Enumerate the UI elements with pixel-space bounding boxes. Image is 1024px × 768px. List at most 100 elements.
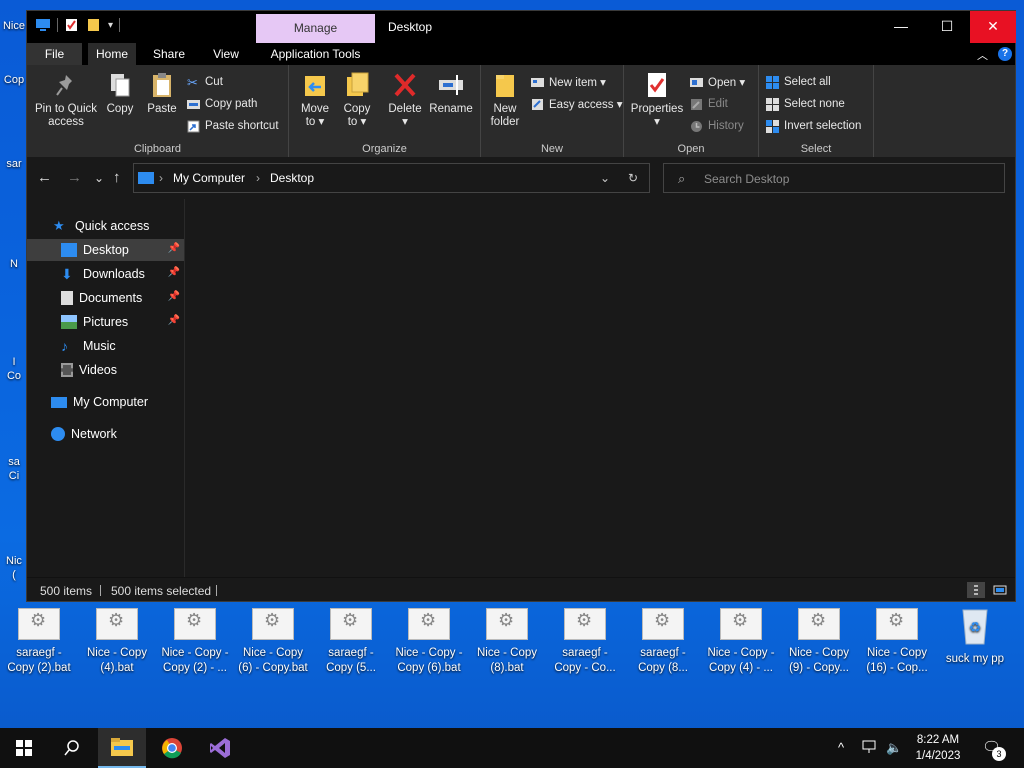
- history-button[interactable]: History: [690, 117, 744, 135]
- desktop-icon-partial[interactable]: Nic: [0, 555, 28, 567]
- desktop-icon-partial[interactable]: Nice: [0, 20, 28, 32]
- tab-manage[interactable]: Manage: [256, 14, 375, 43]
- properties-button[interactable]: Properties ▾: [630, 71, 684, 129]
- file-explorer-window: ▾ Manage Desktop — ☐ ✕ File Home Share V…: [26, 10, 1016, 602]
- desktop-file-icon[interactable]: Nice - Copy(4).bat: [78, 604, 156, 676]
- desktop-file-icon[interactable]: Nice - Copy(6) - Copy.bat: [234, 604, 312, 676]
- desktop-file-icon[interactable]: saraegf -Copy (8...: [624, 604, 702, 676]
- copy-path-button[interactable]: Copy path: [187, 95, 257, 113]
- recycle-bin-icon: ♻: [962, 609, 988, 645]
- desktop-file-icon[interactable]: Nice - Copy(16) - Cop...: [858, 604, 936, 676]
- move-to-button[interactable]: Move to ▾: [295, 71, 335, 129]
- up-button[interactable]: ↑: [113, 169, 121, 186]
- music-note-icon: ♪: [61, 338, 68, 354]
- visual-studio-taskbar-button[interactable]: [196, 728, 244, 768]
- tab-application-tools[interactable]: Application Tools: [256, 43, 375, 65]
- desktop-icon-partial[interactable]: Cop: [0, 74, 28, 86]
- address-dropdown-icon[interactable]: ⌄: [600, 171, 610, 185]
- back-button[interactable]: ←: [37, 169, 52, 186]
- nav-videos[interactable]: Videos: [27, 359, 184, 381]
- nav-network[interactable]: Network: [27, 423, 184, 445]
- easy-access-button[interactable]: Easy access ▾: [531, 95, 623, 113]
- tab-file[interactable]: File: [27, 43, 82, 65]
- copy-button[interactable]: Copy: [103, 71, 137, 116]
- nav-pictures[interactable]: Pictures 📌: [27, 311, 184, 333]
- desktop-file-icon[interactable]: saraegf -Copy (5...: [312, 604, 390, 676]
- desktop-icon-partial[interactable]: I: [0, 356, 28, 368]
- selected-count: 500 items selected: [111, 584, 212, 598]
- tab-view[interactable]: View: [203, 43, 249, 65]
- refresh-icon[interactable]: ↻: [628, 171, 638, 185]
- action-center-button[interactable]: 🗨 3: [982, 738, 1006, 761]
- tab-share[interactable]: Share: [145, 43, 193, 65]
- qat-dropdown-icon[interactable]: ▾: [108, 20, 113, 31]
- file-list-pane[interactable]: [184, 199, 1015, 577]
- invert-selection-label: Invert selection: [784, 120, 862, 132]
- desktop-file-icon[interactable]: Nice - Copy(9) - Copy...: [780, 604, 858, 676]
- search-button[interactable]: [48, 728, 96, 768]
- paste-shortcut-button[interactable]: Paste shortcut: [187, 117, 279, 135]
- new-folder-button[interactable]: New folder: [485, 71, 525, 129]
- new-folder-qat-icon[interactable]: [86, 18, 102, 32]
- minimize-button[interactable]: —: [878, 11, 924, 43]
- desktop-icon-partial[interactable]: sa: [0, 456, 28, 468]
- copy-to-button[interactable]: Copy to ▾: [337, 71, 377, 129]
- maximize-button[interactable]: ☐: [924, 11, 970, 43]
- item-count: 500 items: [40, 584, 93, 598]
- desktop-file-icon[interactable]: saraegf -Copy (2).bat: [0, 604, 78, 676]
- desktop-icon-partial[interactable]: sar: [0, 158, 28, 170]
- desktop-file-icon[interactable]: saraegf -Copy - Co...: [546, 604, 624, 676]
- desktop-icon-partial[interactable]: (: [0, 569, 28, 581]
- collapse-ribbon-icon[interactable]: ︿: [977, 47, 988, 63]
- recent-locations-button[interactable]: ⌄: [94, 171, 104, 185]
- cut-button[interactable]: ✂ Cut: [187, 73, 223, 91]
- nav-my-computer[interactable]: My Computer: [27, 391, 184, 413]
- nav-desktop[interactable]: Desktop 📌: [27, 239, 184, 261]
- invert-selection-button[interactable]: Invert selection: [766, 117, 861, 135]
- start-button[interactable]: [0, 728, 48, 768]
- paste-shortcut-label: Paste shortcut: [205, 120, 279, 132]
- close-button[interactable]: ✕: [970, 11, 1016, 43]
- edit-button[interactable]: Edit: [690, 95, 728, 113]
- desktop-file-icon[interactable]: Nice - Copy(8).bat: [468, 604, 546, 676]
- desktop-recycle-bin[interactable]: ♻ suck my pp: [936, 604, 1014, 667]
- volume-icon[interactable]: 🔈: [886, 740, 902, 756]
- nav-quick-access[interactable]: ★ Quick access: [27, 215, 184, 237]
- navigation-pane: ★ Quick access Desktop 📌 ⬇ Downloads 📌 D…: [27, 199, 184, 577]
- select-all-button[interactable]: Select all: [766, 73, 831, 91]
- open-button[interactable]: Open ▾: [690, 73, 745, 91]
- clock[interactable]: 8:22 AM 1/4/2023: [906, 732, 970, 764]
- nav-documents[interactable]: Documents 📌: [27, 287, 184, 309]
- search-box[interactable]: ⌕ Search Desktop: [663, 163, 1005, 193]
- desktop-file-icon[interactable]: Nice - Copy -Copy (2) - ...: [156, 604, 234, 676]
- new-item-button[interactable]: New item ▾: [531, 73, 606, 91]
- desktop-icon-partial[interactable]: N: [0, 258, 28, 270]
- desktop-icon-partial[interactable]: Ci: [0, 470, 28, 482]
- breadcrumb-desktop[interactable]: Desktop: [270, 171, 314, 185]
- chrome-taskbar-button[interactable]: [148, 728, 196, 768]
- pin-to-quick-access-button[interactable]: Pin to Quick access: [33, 71, 99, 129]
- breadcrumb-my-computer[interactable]: My Computer: [173, 171, 245, 185]
- desktop-icon-partial[interactable]: Co: [0, 370, 28, 382]
- file-explorer-taskbar-button[interactable]: [98, 728, 146, 768]
- forward-button[interactable]: →: [67, 169, 82, 186]
- details-view-icon[interactable]: [967, 582, 985, 598]
- show-hidden-icons-chevron[interactable]: ^: [838, 740, 844, 755]
- paste-button[interactable]: Paste: [145, 71, 179, 116]
- help-icon[interactable]: ?: [998, 47, 1012, 61]
- desktop-file-icon[interactable]: Nice - Copy -Copy (4) - ...: [702, 604, 780, 676]
- address-bar[interactable]: › My Computer › Desktop ⌄ ↻: [133, 163, 650, 193]
- desktop-file-icon[interactable]: Nice - Copy -Copy (6).bat: [390, 604, 468, 676]
- copy-to-label-line2: to ▾: [347, 116, 367, 128]
- properties-qat-icon[interactable]: [64, 18, 80, 32]
- delete-button[interactable]: Delete ▾: [387, 71, 423, 129]
- large-icons-view-icon[interactable]: [991, 582, 1009, 598]
- nav-downloads[interactable]: ⬇ Downloads 📌: [27, 263, 184, 285]
- select-none-button[interactable]: Select none: [766, 95, 845, 113]
- title-bar[interactable]: ▾ Manage Desktop — ☐ ✕: [27, 11, 1016, 43]
- easy-access-label: Easy access ▾: [549, 99, 623, 111]
- tab-home[interactable]: Home: [88, 43, 136, 65]
- network-tray-icon[interactable]: [862, 740, 878, 754]
- nav-music[interactable]: ♪ Music: [27, 335, 184, 357]
- rename-button[interactable]: Rename: [429, 71, 473, 116]
